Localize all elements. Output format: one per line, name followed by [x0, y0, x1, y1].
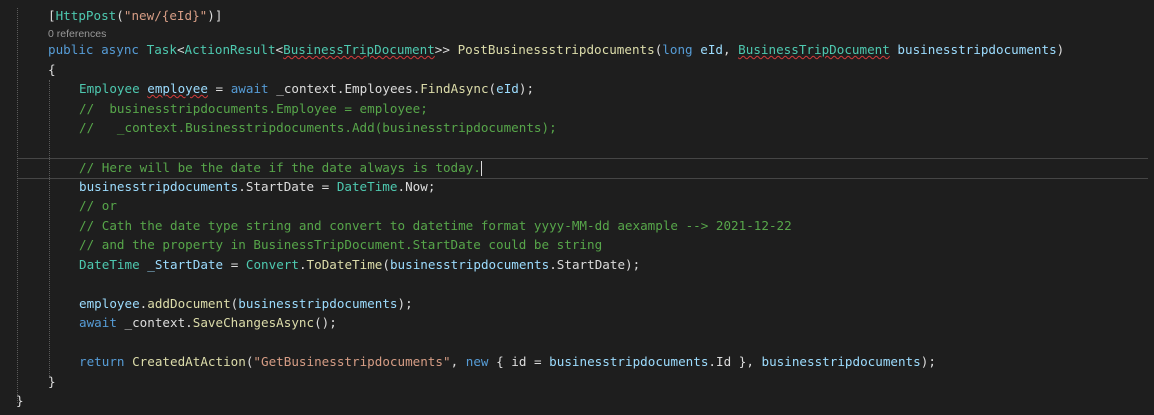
token: addDocument — [147, 296, 231, 311]
code-line-3[interactable]: { — [48, 60, 56, 80]
token: { id = — [496, 354, 550, 369]
token: DateTime — [336, 179, 398, 194]
token: eId — [496, 81, 519, 96]
code-line-13[interactable]: employee.addDocument(businesstripdocumen… — [79, 294, 413, 314]
code-line-5[interactable]: // businesstripdocuments.Employee = empl… — [79, 99, 428, 119]
token: businesstripdocuments — [79, 179, 239, 194]
token: businesstripdocuments — [238, 296, 398, 311]
token: BusinessTripDocument — [738, 42, 890, 57]
token: ToDateTime — [306, 257, 383, 272]
indent-guide-method — [49, 80, 50, 378]
token: PostBusinessstripdocuments — [457, 42, 655, 57]
token: ( — [382, 257, 390, 272]
token: ) — [1056, 42, 1065, 57]
token: async — [101, 42, 140, 57]
code-line-16[interactable]: } — [48, 372, 56, 392]
token: businesstripdocuments — [897, 42, 1057, 57]
code-line-12[interactable]: DateTime _StartDate = Convert.ToDateTime… — [79, 255, 640, 275]
token: = — [230, 257, 239, 272]
token: ActionResult — [184, 42, 276, 57]
token: CreatedAtAction — [132, 354, 246, 369]
token: Task — [146, 42, 177, 57]
token: (); — [314, 315, 337, 330]
token: < — [176, 42, 185, 57]
code-line-14[interactable]: await _context.SaveChangesAsync(); — [79, 313, 337, 333]
token: . — [298, 257, 307, 272]
code-line-7[interactable]: // Here will be the date if the date alw… — [79, 158, 482, 178]
token: businesstripdocuments — [389, 257, 550, 272]
token: ( — [116, 8, 124, 23]
code-line-6[interactable]: // _context.Businesstripdocuments.Add(bu… — [79, 118, 557, 138]
token: HttpPost — [55, 8, 117, 23]
token: _context. — [124, 315, 193, 330]
token: public — [48, 42, 94, 57]
comment: // or — [79, 198, 117, 213]
token: [ — [48, 8, 56, 23]
token: FindAsync — [420, 81, 489, 96]
code-line-8[interactable]: businesstripdocuments.StartDate = DateTi… — [79, 177, 435, 197]
token: , — [722, 42, 731, 57]
token: .StartDate = — [238, 179, 337, 194]
token: .Id }, — [708, 354, 754, 369]
token: .Now; — [397, 179, 436, 194]
code-line-10[interactable]: // Cath the date type string and convert… — [79, 216, 792, 236]
token: "GetBusinesstripdocuments" — [253, 354, 451, 369]
code-editor[interactable]: [HttpPost("new/{eId}")] 0 references pub… — [0, 0, 1154, 415]
references-code-lens[interactable]: 0 references — [48, 27, 106, 41]
token: _context.Employees. — [276, 81, 421, 96]
token: } — [16, 393, 24, 408]
comment: // businesstripdocuments.Employee = empl… — [79, 101, 428, 116]
token: ); — [518, 81, 535, 96]
text-caret — [480, 161, 482, 176]
token: BusinessTripDocument — [283, 42, 435, 57]
token: = — [215, 81, 224, 96]
token: await — [79, 315, 117, 330]
token: { — [48, 62, 56, 77]
token: _StartDate — [147, 257, 224, 272]
comment: // and the property in BusinessTripDocum… — [79, 237, 603, 252]
token: businesstripdocuments — [761, 354, 921, 369]
comment: // _context.Businesstripdocuments.Add(bu… — [79, 120, 557, 135]
indent-guide-outer — [17, 8, 18, 403]
token: ); — [397, 296, 413, 311]
token: businesstripdocuments — [549, 354, 709, 369]
code-line-1[interactable]: [HttpPost("new/{eId}")] — [48, 6, 222, 26]
token: eId — [700, 42, 723, 57]
comment: // Here will be the date if the date alw… — [79, 160, 481, 175]
token: SaveChangesAsync — [192, 315, 315, 330]
token: >> — [434, 42, 450, 57]
token: "new/{eId}" — [123, 8, 208, 23]
token: .StartDate); — [549, 257, 641, 272]
token: ( — [488, 81, 497, 96]
code-line-11[interactable]: // and the property in BusinessTripDocum… — [79, 235, 602, 255]
token: return — [79, 354, 125, 369]
token: await — [230, 81, 269, 96]
code-line-15[interactable]: return CreatedAtAction("GetBusinesstripd… — [79, 352, 936, 372]
token: )] — [207, 8, 223, 23]
code-line-4[interactable]: Employee employee = await _context.Emplo… — [79, 79, 534, 99]
token: Convert — [245, 257, 299, 272]
token: employee — [79, 296, 140, 311]
token: long — [662, 42, 693, 57]
token: new — [465, 354, 489, 369]
code-line-2[interactable]: public async Task<ActionResult<BusinessT… — [48, 40, 1064, 60]
token: employee — [147, 81, 208, 96]
code-line-17[interactable]: } — [16, 391, 24, 411]
token: , — [450, 354, 459, 369]
token: Employee — [79, 81, 140, 96]
comment: // Cath the date type string and convert… — [79, 218, 792, 233]
token: } — [48, 374, 56, 389]
token: < — [275, 42, 284, 57]
token: ); — [920, 354, 936, 369]
code-line-9[interactable]: // or — [79, 196, 117, 216]
token: DateTime — [79, 257, 140, 272]
